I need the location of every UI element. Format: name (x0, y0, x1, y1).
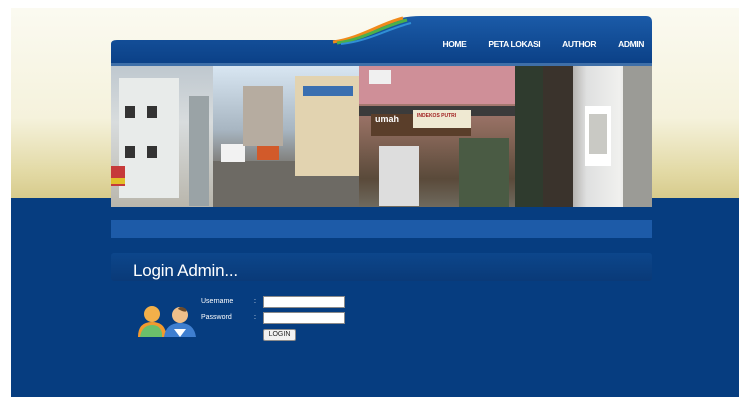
nav-author-link[interactable]: AUTHOR (562, 39, 596, 49)
login-heading-panel: Login Admin... (111, 253, 652, 281)
banner-sign-small-text: INDEKOS PUTRI (417, 113, 457, 119)
login-title: Login Admin... (133, 261, 238, 280)
password-input[interactable] (263, 312, 345, 324)
password-colon: : (254, 314, 256, 321)
banner-photo-street (213, 66, 359, 207)
banner-photo-building (111, 66, 213, 207)
banner-blue-bar (111, 220, 652, 238)
banner-sign-text: umah (375, 114, 400, 124)
nav-admin-link[interactable]: ADMIN (618, 39, 644, 49)
nav-home-link[interactable]: HOME (442, 39, 466, 49)
page-frame: HOME PETA LOKASI AUTHOR ADMIN umah INDEK… (11, 8, 739, 397)
password-label: Password (201, 314, 232, 321)
banner-photo-boarding-house: umah INDEKOS PUTRI (359, 66, 543, 207)
login-button[interactable]: LOGIN (263, 329, 296, 341)
username-input[interactable] (263, 296, 345, 308)
banner-photo-hallway (543, 66, 652, 207)
nav-peta-lokasi-link[interactable]: PETA LOKASI (488, 39, 540, 49)
users-icon (138, 306, 196, 337)
site-header: HOME PETA LOKASI AUTHOR ADMIN (111, 16, 652, 66)
username-colon: : (254, 298, 256, 305)
banner-photos: umah INDEKOS PUTRI (111, 66, 652, 207)
username-label: Username (201, 298, 234, 305)
nav-links: HOME PETA LOKASI AUTHOR ADMIN (420, 16, 644, 66)
